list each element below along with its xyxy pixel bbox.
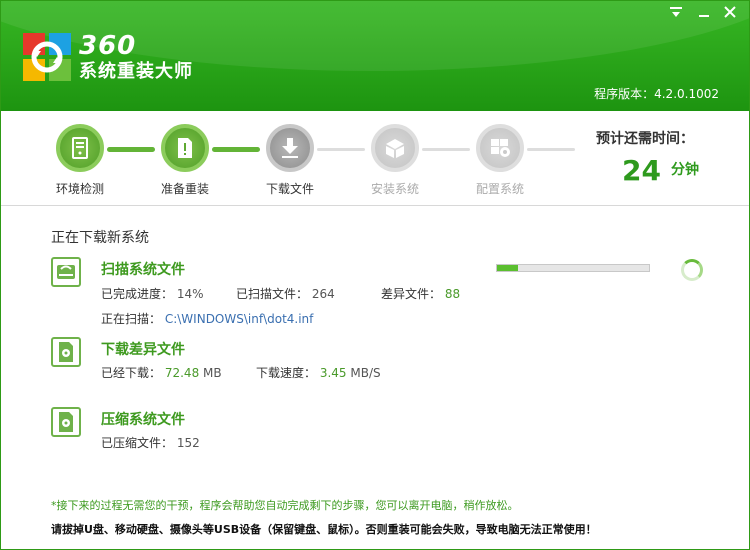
downloaded-value: 72.48 <box>164 366 200 380</box>
task-title: 扫描系统文件 <box>101 262 185 278</box>
download-speed-value: 3.45 <box>319 366 347 380</box>
time-remaining-label: 预计还需时间： <box>596 131 694 147</box>
step-label: 准备重装 <box>160 182 209 196</box>
scan-progress-value: 14% <box>176 287 204 301</box>
step-label: 安装系统 <box>370 182 419 196</box>
scanned-files-value: 264 <box>311 287 335 301</box>
downloaded-label: 已经下载： <box>101 366 162 380</box>
diff-files-value: 88 <box>444 287 461 301</box>
scan-progress-fill <box>497 265 519 271</box>
scanned-files-info: 已扫描文件： 264 <box>236 285 335 302</box>
compressed-value: 152 <box>176 436 200 450</box>
step-configure-system: 配置系统 <box>467 124 533 197</box>
warning-note: 请拔掉U盘、移动硬盘、摄像头等USB设备（保留键盘、鼠标）。否则重装可能会失败，… <box>51 523 597 536</box>
time-remaining-unit: 分钟 <box>670 162 699 178</box>
step-label: 下载文件 <box>265 182 314 196</box>
downloaded-info: 已经下载： 72.48 MB <box>101 364 222 381</box>
scanning-path: C:\WINDOWS\inf\dot4.inf <box>164 312 314 326</box>
gear-document-icon <box>51 407 81 437</box>
main-panel: 正在下载新系统 扫描系统文件 已完成进度： 14% 已扫描文件： 264 差异文… <box>1 207 749 549</box>
task-title: 下载差异文件 <box>101 342 185 358</box>
360-logo-icon <box>23 33 71 81</box>
step-connector <box>212 147 260 152</box>
minimize-icon[interactable] <box>693 5 715 23</box>
scanning-label: 正在扫描： <box>101 312 162 326</box>
step-connector <box>527 148 575 151</box>
downloaded-unit: MB <box>203 366 222 380</box>
step-connector <box>107 147 155 152</box>
download-speed-label: 下载速度： <box>256 366 317 380</box>
time-remaining: 预计还需时间： 24 分钟 <box>596 128 726 187</box>
download-icon <box>266 124 314 172</box>
document-alert-icon <box>161 124 209 172</box>
step-download-files: 下载文件 <box>257 124 323 197</box>
version-info: 程序版本：4.2.0.1002 <box>594 85 719 102</box>
download-speed-info: 下载速度： 3.45 MB/S <box>256 364 381 381</box>
install-box-icon <box>371 124 419 172</box>
step-label: 环境检测 <box>55 182 104 196</box>
scan-progress-info: 已完成进度： 14% <box>101 285 204 302</box>
scan-progress-label: 已完成进度： <box>101 287 174 301</box>
step-install-system: 安装系统 <box>362 124 428 197</box>
computer-icon <box>56 124 104 172</box>
download-speed-unit: MB/S <box>350 366 381 380</box>
disk-scan-icon <box>51 257 81 287</box>
time-remaining-value: 24 <box>622 154 661 187</box>
compressed-info: 已压缩文件： 152 <box>101 434 200 451</box>
diff-files-info: 差异文件： 88 <box>381 285 460 302</box>
title-bar: 360 系统重装大师 程序版本：4.2.0.1002 <box>1 1 749 111</box>
step-connector <box>422 148 470 151</box>
scan-progress-bar <box>496 264 650 272</box>
step-label: 配置系统 <box>475 182 524 196</box>
app-name: 360 系统重装大师 <box>79 31 193 83</box>
brand-title: 系统重装大师 <box>79 61 193 82</box>
installer-window: 360 系统重装大师 程序版本：4.2.0.1002 环境检测 准备重装 下载文… <box>0 0 750 550</box>
step-prepare-reinstall: 准备重装 <box>152 124 218 197</box>
task-title: 压缩系统文件 <box>101 412 185 428</box>
menu-icon[interactable] <box>665 5 687 23</box>
hint-note: *接下来的过程无需您的干预，程序会帮助您自动完成剩下的步骤，您可以离开电脑，稍作… <box>51 499 519 512</box>
gear-document-icon <box>51 337 81 367</box>
step-indicator: 环境检测 准备重装 下载文件 安装系统 配置系统 预计还需时间： 24 分钟 <box>1 112 749 206</box>
version-label: 程序版本： <box>594 87 655 101</box>
close-icon[interactable] <box>719 5 741 23</box>
brand-number: 360 <box>79 31 137 61</box>
loading-spinner-icon <box>681 259 703 281</box>
section-title: 正在下载新系统 <box>51 230 149 246</box>
step-environment-check: 环境检测 <box>47 124 113 197</box>
windows-gear-icon <box>476 124 524 172</box>
scanned-files-label: 已扫描文件： <box>236 287 309 301</box>
diff-files-label: 差异文件： <box>381 287 442 301</box>
step-connector <box>317 148 365 151</box>
version-value: 4.2.0.1002 <box>654 87 719 101</box>
scanning-path-info: 正在扫描： C:\WINDOWS\inf\dot4.inf <box>101 310 313 327</box>
compressed-label: 已压缩文件： <box>101 436 174 450</box>
